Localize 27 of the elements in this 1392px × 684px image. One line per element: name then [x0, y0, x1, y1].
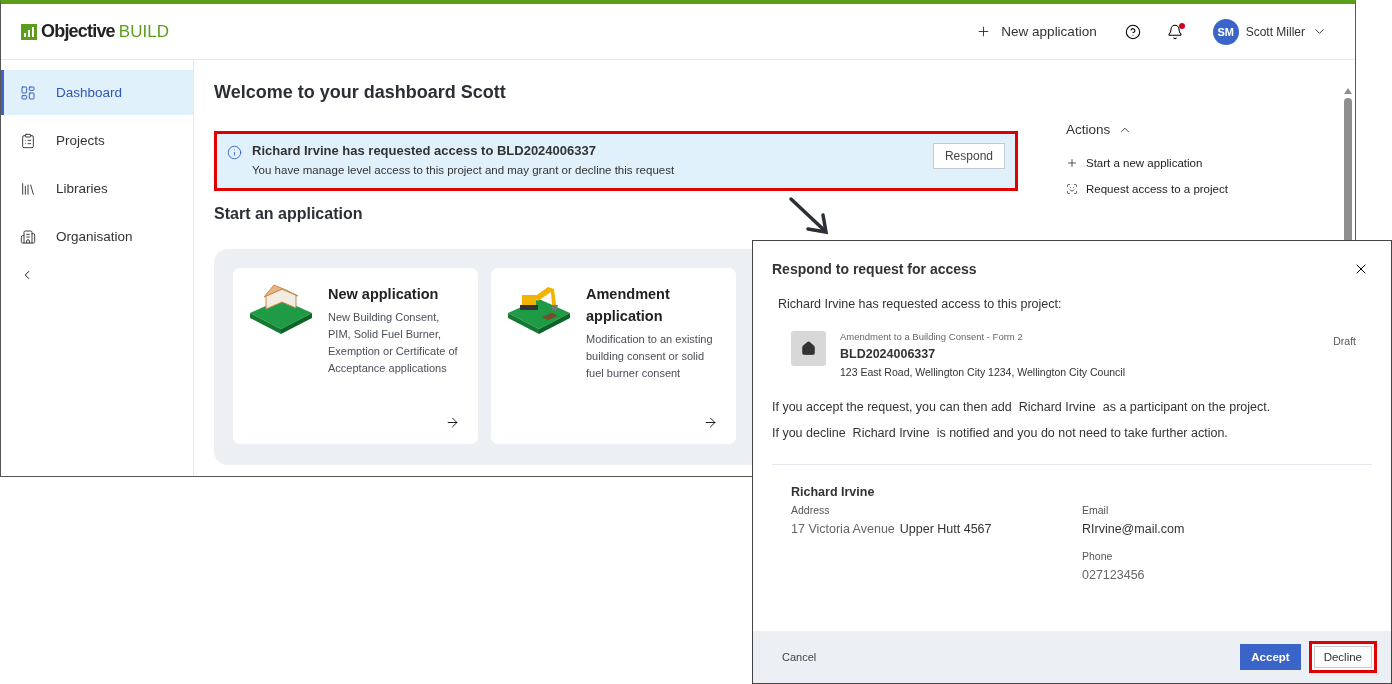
- email-value: RIrvine@mail.com: [1082, 522, 1186, 536]
- logo: Objective BUILD: [21, 21, 973, 42]
- town-address: Upper Hutt 4567: [899, 522, 992, 536]
- card-title: New application: [328, 285, 440, 304]
- banner-title: Richard Irvine has requested access to BLD2024006337: [252, 143, 597, 158]
- street-address: 17 Victoria Avenue: [791, 522, 895, 536]
- avatar: SM: [1212, 18, 1239, 45]
- card-text: Modification to an existing building consent or solid fuel burner consent: [586, 332, 714, 381]
- section-title: Start an application: [214, 205, 364, 223]
- page-title: Welcome to your dashboard Scott: [214, 82, 507, 103]
- project-address: 123 East Road, Wellington City 1234, Wellington City Council: [840, 366, 1126, 378]
- phone-value: 027123456: [1082, 568, 1146, 582]
- user-name: Scott Miller: [1245, 24, 1305, 39]
- banner-text: You have manage level access to this project and may grant or decline this request: [252, 164, 676, 176]
- requester-name: Richard Irvine: [791, 485, 876, 499]
- card-title: Amendment application: [586, 285, 671, 326]
- field-label: Email: [1082, 504, 1110, 516]
- project-number: BLD2024006337: [840, 347, 937, 361]
- card-text: New Building Consent, PIM, Solid Fuel Burner, Exemption or Certificate of Acceptance applications: [328, 310, 458, 376]
- field-label: Address: [791, 504, 831, 516]
- dialog-title: Respond to request for access: [772, 261, 977, 277]
- accept-note: If you accept the request, you can then add Richard Irvine as a participant on the project.: [772, 400, 1272, 414]
- project-status: Draft: [1333, 335, 1356, 349]
- project-form: Amendment to a Building Consent - Form 2: [840, 331, 1024, 342]
- request-intro: Richard Irvine has requested access to this project:: [778, 297, 1063, 311]
- decline-note: If you decline Richard Irvine is notified and you do not need to take further action.: [772, 426, 1229, 440]
- field-label: Phone: [1082, 550, 1114, 562]
